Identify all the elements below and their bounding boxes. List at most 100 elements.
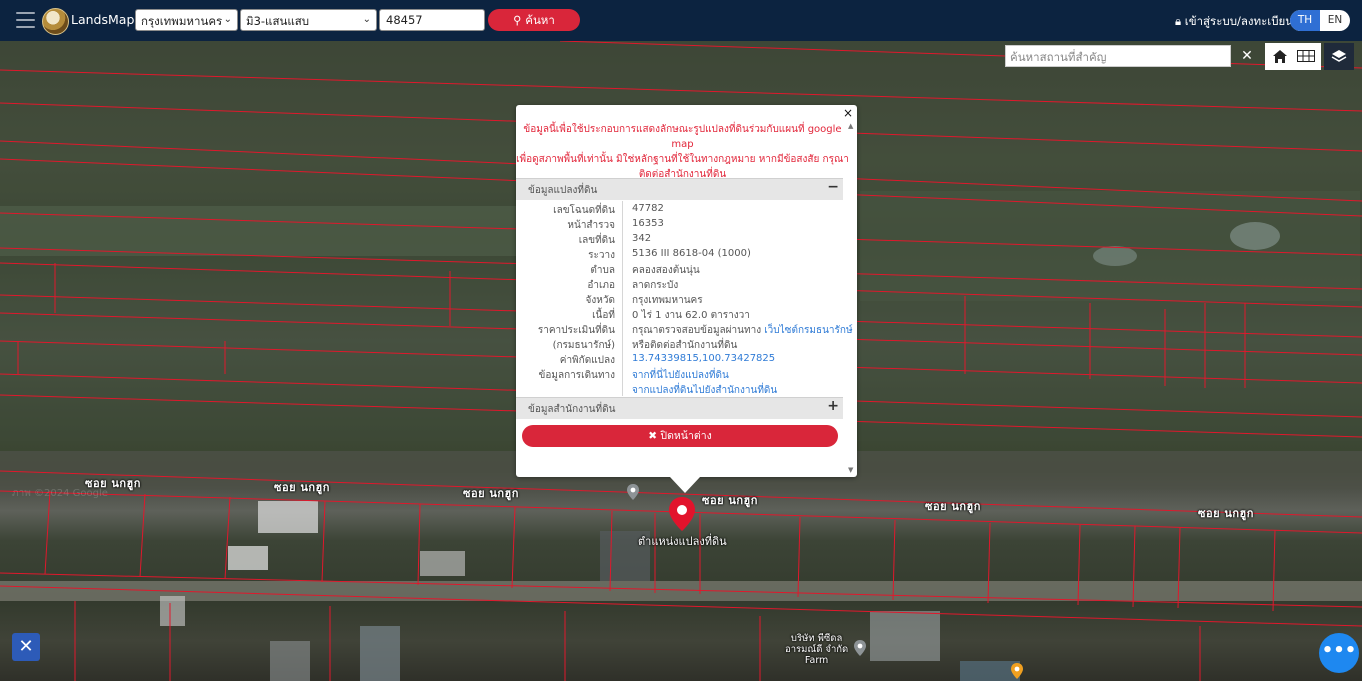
popup-pointer (670, 477, 700, 493)
info-value: 5136 III 8618-04 (1000) (632, 248, 751, 259)
directions-to-parcel-link[interactable]: จากที่นี่ไปยังแปลงที่ดิน (632, 368, 729, 383)
road-label: ซอย นกฮูก (925, 500, 981, 513)
language-toggle: TH EN (1290, 10, 1350, 31)
info-row: เลขโฉนดที่ดิน 47782 (516, 203, 843, 218)
info-row: ระวาง 5136 III 8618-04 (1000) (516, 248, 843, 263)
info-label: เลขที่ดิน (578, 235, 615, 246)
info-row: หน้าสำรวจ 16353 (516, 218, 843, 233)
grid-icon (1297, 50, 1315, 62)
top-navbar: LandsMaps กรุงเทพมหานคร ⌄ มิ3-แสนแสบ ⌄ 4… (0, 0, 1362, 41)
info-value: 16353 (632, 218, 664, 229)
info-row: จังหวัด กรุงเทพมหานคร (516, 293, 843, 308)
district-select-value: มิ3-แสนแสบ (246, 14, 310, 28)
search-button[interactable]: ⚲ ค้นหา (488, 9, 580, 31)
info-value: หรือติดต่อสำนักงานที่ดิน (632, 340, 738, 351)
home-icon (1273, 50, 1287, 63)
clear-search-button[interactable]: ✕ (1232, 43, 1262, 70)
road-label: ซอย นกฮูก (1198, 507, 1254, 520)
popup-close-button[interactable]: × (843, 106, 853, 120)
info-value: กรุณาตรวจสอบข้อมูลผ่านทาง เว็บไซต์กรมธนา… (632, 323, 853, 338)
info-label: อำเภอ (587, 280, 615, 291)
close-icon: ✕ (1241, 48, 1253, 64)
info-label: จังหวัด (585, 295, 615, 306)
info-row: เนื้อที่ 0 ไร่ 1 งาน 62.0 ตารางวา (516, 308, 843, 323)
expand-icon: + (827, 398, 839, 414)
info-value: ลาดกระบัง (632, 280, 679, 291)
search-button-label: ค้นหา (525, 13, 555, 27)
road-label: ซอย นกฮูก (463, 487, 519, 500)
info-row: จากแปลงที่ดินไปยังสำนักงานที่ดิน (516, 383, 843, 398)
parcel-location-label: ตำแหน่งแปลงที่ดิน (638, 535, 727, 548)
directions-to-office-link[interactable]: จากแปลงที่ดินไปยังสำนักงานที่ดิน (632, 383, 777, 398)
info-row: อำเภอ ลาดกระบัง (516, 278, 843, 293)
road-label: ซอย นกฮูก (274, 481, 330, 494)
info-label: ค่าพิกัดแปลง (559, 355, 615, 366)
info-row: ค่าพิกัดแปลง 13.74339815,100.73427825 (516, 353, 843, 368)
office-section-header[interactable]: ข้อมูลสำนักงานที่ดิน + (516, 397, 843, 419)
info-value: 342 (632, 233, 652, 244)
province-select-value: กรุงเทพมหานคร (141, 14, 223, 28)
info-value: 47782 (632, 203, 664, 214)
parcel-section-header[interactable]: ข้อมูลแปลงที่ดิน − (516, 178, 843, 200)
info-row: ตำบล คลองสองต้นนุ่น (516, 263, 843, 278)
info-label: (กรมธนารักษ์) (552, 340, 615, 351)
more-icon: ••• (1321, 640, 1357, 661)
info-value: 0 ไร่ 1 งาน 62.0 ตารางวา (632, 310, 750, 321)
location-pin-icon[interactable] (667, 495, 697, 535)
info-label: ข้อมูลการเดินทาง (538, 370, 615, 381)
district-select[interactable]: มิ3-แสนแสบ ⌄ (240, 9, 377, 31)
place-marker-icon[interactable] (626, 483, 640, 501)
road-label: ซอย นกฮูก (85, 477, 141, 490)
chevron-down-icon: ⌄ (362, 14, 371, 25)
poi-company-label: บริษัท พีซีดล อารมณ์ดี จำกัด Farm (785, 633, 849, 666)
info-label: หน้าสำรวจ (567, 220, 615, 231)
chevron-down-icon: ⌄ (223, 14, 232, 25)
info-row: ข้อมูลการเดินทาง จากที่นี่ไปยังแปลงที่ดิ… (516, 368, 843, 383)
close-window-button[interactable]: ✖ ปิดหน้าต่าง (522, 425, 838, 447)
disclaimer-line: เพื่อดูสภาพพื้นที่เท่านั้น มิใช่หลักฐานท… (516, 154, 849, 165)
search-icon: ⚲ (513, 13, 522, 27)
layers-icon (1331, 50, 1347, 62)
lang-en-button[interactable]: EN (1320, 10, 1350, 31)
collapse-icon: − (827, 179, 839, 195)
province-select[interactable]: กรุงเทพมหานคร ⌄ (135, 9, 238, 31)
lang-th-button[interactable]: TH (1290, 10, 1320, 31)
tools-button[interactable]: ✕ (12, 633, 40, 661)
info-label: เลขโฉนดที่ดิน (553, 205, 615, 216)
parcel-info-popup: × ข้อมูลนี้เพื่อใช้ประกอบการแสดงลักษณะรู… (516, 105, 857, 477)
info-label: ตำบล (590, 265, 615, 276)
info-label: เนื้อที่ (592, 310, 615, 321)
office-section-title: ข้อมูลสำนักงานที่ดิน (528, 404, 616, 415)
place-search-input[interactable]: ค้นหาสถานที่สำคัญ (1005, 45, 1231, 67)
info-row: (กรมธนารักษ์) หรือติดต่อสำนักงานที่ดิน (516, 338, 843, 353)
price-text: กรุณาตรวจสอบข้อมูลผ่านทาง (632, 325, 762, 336)
scroll-down-icon[interactable]: ▼ (848, 466, 853, 474)
place-marker-icon[interactable] (853, 639, 867, 657)
info-value: คลองสองต้นนุ่น (632, 265, 700, 276)
treasury-link[interactable]: เว็บไซต์กรมธนารักษ์ (764, 325, 852, 336)
scroll-up-icon[interactable]: ▲ (848, 122, 853, 130)
info-label: ระวาง (588, 250, 615, 261)
layers-button[interactable] (1324, 43, 1354, 70)
parcel-number-input[interactable]: 48457 (379, 9, 485, 31)
info-row: ราคาประเมินที่ดิน กรุณาตรวจสอบข้อมูลผ่าน… (516, 323, 853, 338)
coordinate-link[interactable]: 13.74339815,100.73427825 (632, 353, 775, 364)
tools-icon: ✕ (18, 636, 34, 657)
login-link-label: เข้าสู่ระบบ/ลงทะเบียน (1184, 14, 1294, 28)
parcel-section-title: ข้อมูลแปลงที่ดิน (528, 185, 598, 196)
chat-button[interactable]: ••• (1319, 633, 1359, 673)
info-label: ราคาประเมินที่ดิน (537, 325, 615, 336)
menu-icon[interactable] (16, 12, 35, 29)
road-label: ซอย นกฮูก (702, 494, 758, 507)
popup-scrollbar[interactable]: ▲ ▼ (845, 122, 857, 477)
grid-button[interactable] (1291, 43, 1321, 70)
info-row: เลขที่ดิน 342 (516, 233, 843, 248)
info-value: กรุงเทพมหานคร (632, 295, 703, 306)
brand-name: LandsMaps (71, 12, 141, 27)
login-link[interactable]: 🔒︎ เข้าสู่ระบบ/ลงทะเบียน (1175, 13, 1293, 31)
restaurant-marker-icon[interactable] (1010, 662, 1024, 680)
disclaimer-text: ข้อมูลนี้เพื่อใช้ประกอบการแสดงลักษณะรูปแ… (516, 122, 849, 182)
landsmaps-logo (42, 8, 69, 35)
disclaimer-line: ข้อมูลนี้เพื่อใช้ประกอบการแสดงลักษณะรูปแ… (523, 124, 842, 150)
lock-icon: 🔒︎ (1175, 14, 1182, 28)
